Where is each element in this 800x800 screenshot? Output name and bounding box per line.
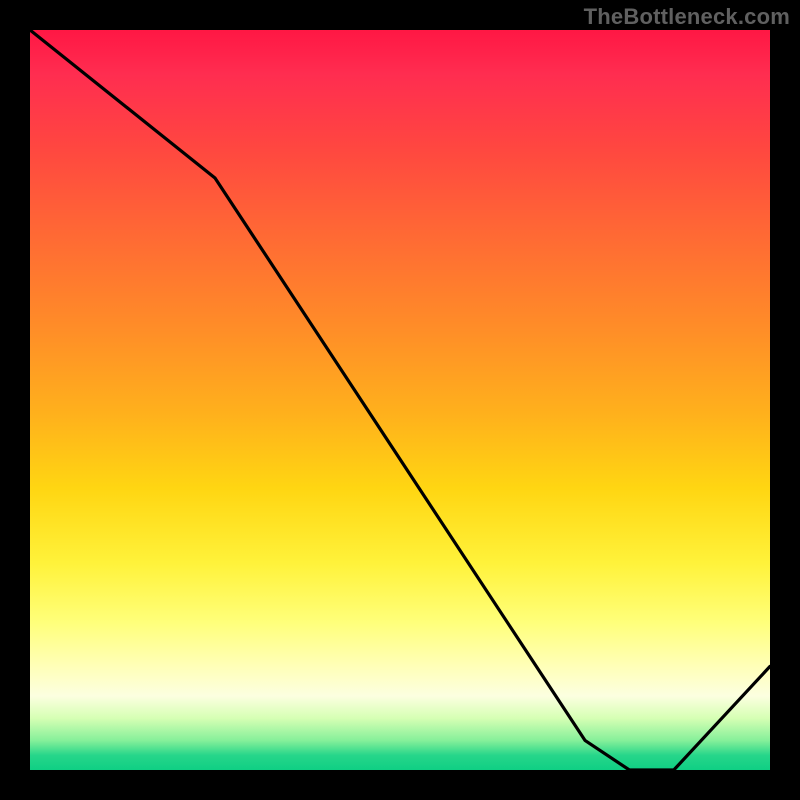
attribution-text: TheBottleneck.com [584,4,790,30]
gradient-fill [30,30,770,770]
chart-canvas: TheBottleneck.com [0,0,800,800]
plot-area [30,30,770,770]
